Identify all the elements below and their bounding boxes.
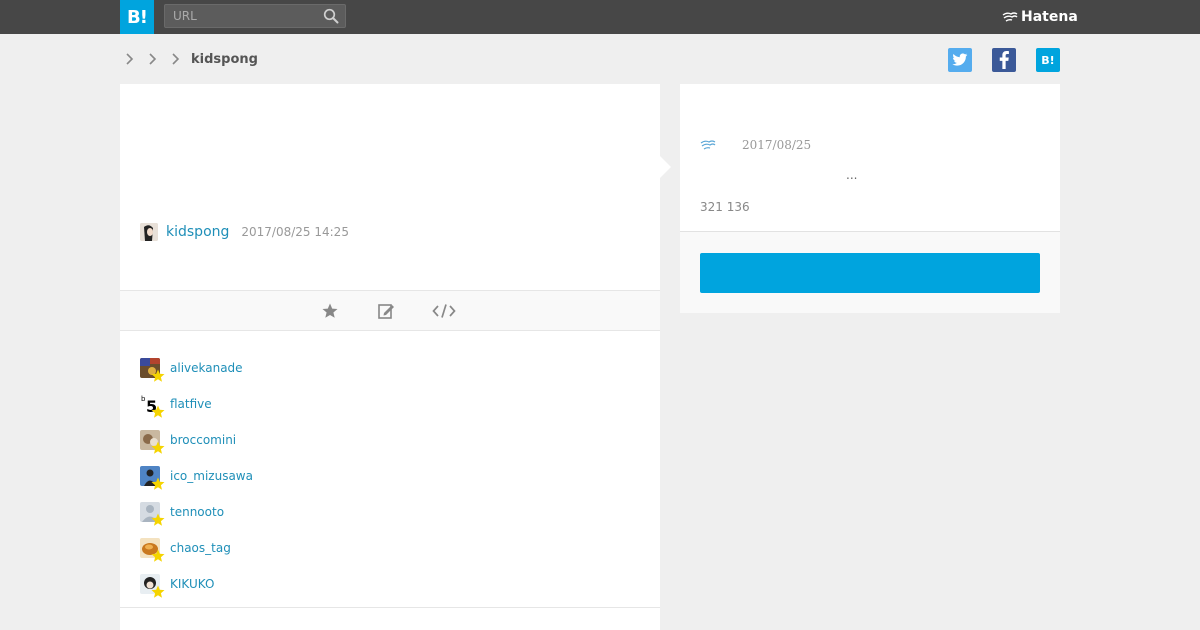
star-icon <box>151 405 165 418</box>
avatar[interactable] <box>140 358 165 382</box>
breadcrumb-current[interactable]: kidspong <box>191 52 258 67</box>
entry-date: 2017/08/25 14:25 <box>241 225 349 239</box>
facebook-share-button[interactable] <box>992 48 1016 72</box>
chevron-right-icon[interactable] <box>147 50 159 68</box>
entry-info-counts: 321 136 <box>700 200 750 214</box>
star-icon[interactable] <box>321 302 339 320</box>
search-icon[interactable] <box>323 8 339 24</box>
star-icon <box>151 513 165 526</box>
user-name[interactable]: tennooto <box>170 505 224 519</box>
user-name[interactable]: chaos_tag <box>170 541 231 555</box>
star-icon <box>151 549 165 562</box>
twitter-share-button[interactable] <box>948 48 972 72</box>
list-item: tennooto <box>140 494 640 530</box>
avatar[interactable]: b 5 <box>140 394 165 418</box>
user-name[interactable]: alivekanade <box>170 361 243 375</box>
action-bar <box>120 290 660 331</box>
list-item: KIKUKO <box>140 566 640 602</box>
kidspong-avatar-image <box>140 223 158 241</box>
bookmark-cta-button[interactable] <box>700 253 1040 293</box>
star-icon <box>151 369 165 382</box>
hatena-bookmark-share-button[interactable]: B! <box>1036 48 1060 72</box>
user-name[interactable]: KIKUKO <box>170 577 214 591</box>
avatar[interactable] <box>140 538 165 562</box>
entry-info-card: 2017/08/25 ... 321 136 <box>680 84 1060 313</box>
hatena-bookmark-logo[interactable]: B! <box>120 0 154 34</box>
breadcrumb: kidspong <box>124 50 258 68</box>
list-item: b 5 flatfive <box>140 386 640 422</box>
entry-info-date: 2017/08/25 <box>742 138 812 152</box>
entry-author-row: kidspong 2017/08/25 14:25 <box>140 222 349 242</box>
url-search-input[interactable] <box>165 5 315 27</box>
hatena-brand-link[interactable]: Hatena <box>1002 8 1078 26</box>
hatena-brand-text: Hatena <box>1021 9 1078 25</box>
avatar[interactable] <box>140 466 165 490</box>
card-pointer-notch <box>660 156 671 178</box>
hatena-bird-icon <box>700 140 716 150</box>
list-item: chaos_tag <box>140 530 640 566</box>
avatar[interactable] <box>140 502 165 526</box>
entry-info-top: 2017/08/25 ... 321 136 <box>680 84 1060 232</box>
top-bar: B! Hatena <box>0 0 1200 34</box>
entry-info-ellipsis: ... <box>846 168 858 182</box>
edit-comment-icon[interactable] <box>377 302 395 320</box>
star-icon <box>151 441 165 454</box>
chevron-right-icon <box>172 53 180 65</box>
divider <box>120 607 660 608</box>
list-item: ico_mizusawa <box>140 458 640 494</box>
user-name[interactable]: ico_mizusawa <box>170 469 253 483</box>
star-user-list: alivekanade b 5 flatfive broccomini ico_… <box>140 350 640 602</box>
url-search-box <box>164 4 346 28</box>
list-item: alivekanade <box>140 350 640 386</box>
user-name[interactable]: broccomini <box>170 433 236 447</box>
embed-code-icon[interactable] <box>432 302 456 320</box>
user-name[interactable]: flatfive <box>170 397 212 411</box>
hatena-bird-icon <box>1002 12 1018 22</box>
entry-card: kidspong 2017/08/25 14:25 alivekanade b … <box>120 84 660 630</box>
facebook-icon <box>999 51 1009 69</box>
chevron-right-icon[interactable] <box>124 50 136 68</box>
list-item: broccomini <box>140 422 640 458</box>
twitter-icon <box>952 53 968 66</box>
avatar[interactable] <box>140 430 165 454</box>
star-icon <box>151 477 165 490</box>
entry-info-date-row: 2017/08/25 <box>700 138 811 152</box>
entry-author-name[interactable]: kidspong <box>166 224 229 240</box>
avatar[interactable] <box>140 574 165 598</box>
avatar[interactable] <box>140 223 158 241</box>
star-icon <box>151 585 165 598</box>
